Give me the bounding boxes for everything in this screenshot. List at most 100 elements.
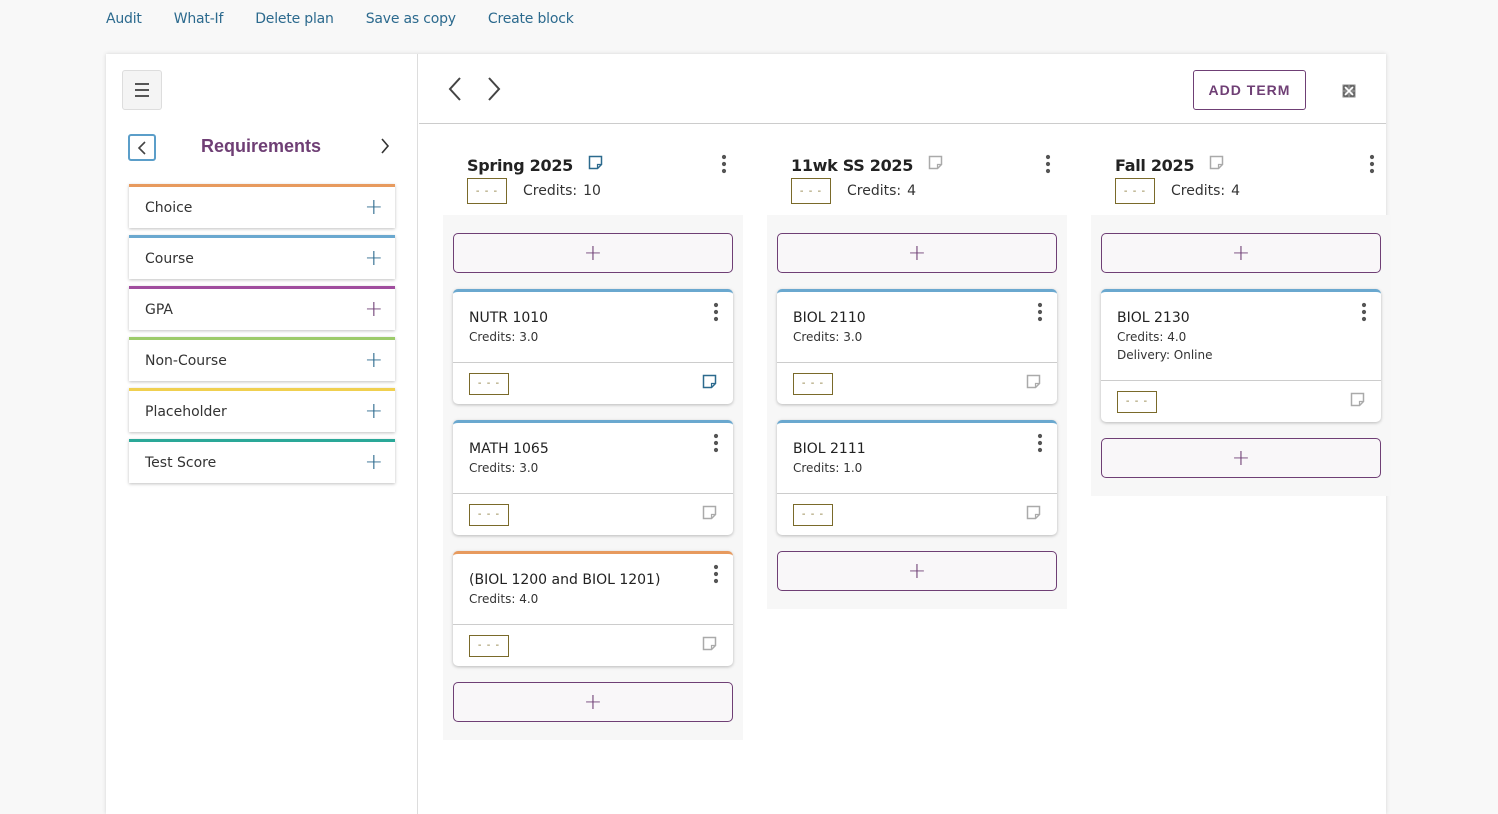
more-vertical-icon — [713, 302, 719, 326]
more-vertical-icon — [713, 433, 719, 457]
what-if-link[interactable]: What-If — [174, 11, 224, 27]
chevron-right-icon — [488, 77, 501, 101]
plus-icon[interactable]: + — [365, 298, 383, 321]
course-grade-field[interactable]: - - - — [1117, 390, 1157, 413]
add-course-top-button[interactable]: + — [777, 233, 1057, 273]
term-name: Spring 2025 — [467, 156, 573, 175]
note-icon[interactable] — [1350, 392, 1365, 411]
add-course-bottom-button[interactable]: + — [1101, 438, 1381, 478]
credits-label: Credits: — [847, 183, 902, 199]
course-detail: Credits: 3.0 — [469, 330, 539, 344]
credits-value: 4 — [1231, 183, 1241, 199]
create-block-link[interactable]: Create block — [488, 11, 574, 27]
note-icon[interactable] — [1026, 374, 1041, 393]
add-term-button[interactable]: ADD TERM — [1193, 70, 1306, 110]
plus-icon: + — [907, 558, 927, 584]
course-card[interactable]: BIOL 2110 Credits: 3.0 - - - — [777, 289, 1057, 404]
course-card[interactable]: BIOL 2130 Credits: 4.0 Delivery: Online -… — [1101, 289, 1381, 422]
requirement-item-test-score[interactable]: Test Score + — [129, 439, 395, 483]
course-card[interactable]: (BIOL 1200 and BIOL 1201) Credits: 4.0 -… — [453, 551, 733, 666]
plus-icon: + — [583, 240, 603, 266]
requirement-item-non-course[interactable]: Non-Course + — [129, 337, 395, 381]
plus-icon[interactable]: + — [365, 349, 383, 372]
note-icon[interactable] — [702, 374, 717, 393]
course-menu-button[interactable] — [713, 302, 719, 326]
course-name: NUTR 1010 — [469, 310, 549, 326]
term-menu-button[interactable] — [721, 154, 727, 178]
menu-toggle-button[interactable] — [122, 70, 162, 110]
course-detail: Credits: 3.0 — [469, 461, 539, 475]
plus-icon[interactable]: + — [365, 247, 383, 270]
note-icon[interactable] — [702, 505, 717, 524]
more-vertical-icon — [1045, 154, 1051, 178]
requirement-item-choice[interactable]: Choice + — [129, 184, 395, 228]
term-menu-button[interactable] — [1369, 154, 1375, 178]
course-menu-button[interactable] — [1361, 302, 1367, 326]
chevron-left-icon — [137, 140, 146, 155]
plan-main: ADD TERM Spring 2025 - - - Credits: 10 + — [419, 54, 1391, 814]
credits-value: 4 — [907, 183, 917, 199]
requirement-item-course[interactable]: Course + — [129, 235, 395, 279]
term-course-list: + BIOL 2110 Credits: 3.0 - - - BIOL 2111… — [767, 215, 1067, 609]
note-icon[interactable] — [702, 636, 717, 655]
course-card[interactable]: NUTR 1010 Credits: 3.0 - - - — [453, 289, 733, 404]
add-course-top-button[interactable]: + — [453, 233, 733, 273]
audit-link[interactable]: Audit — [106, 11, 142, 27]
add-course-bottom-button[interactable]: + — [777, 551, 1057, 591]
course-name: BIOL 2110 — [793, 310, 866, 326]
plus-icon[interactable]: + — [365, 400, 383, 423]
course-name: BIOL 2111 — [793, 441, 866, 457]
requirements-title: Requirements — [200, 136, 322, 156]
note-icon[interactable] — [1026, 505, 1041, 524]
term-grade-field[interactable]: - - - — [1115, 178, 1155, 204]
add-course-bottom-button[interactable]: + — [453, 682, 733, 722]
term-credits: Credits: 10 — [523, 183, 601, 199]
term-credits: Credits: 4 — [847, 183, 916, 199]
requirement-item-placeholder[interactable]: Placeholder + — [129, 388, 395, 432]
next-terms-button[interactable] — [486, 76, 502, 106]
course-card[interactable]: MATH 1065 Credits: 3.0 - - - — [453, 420, 733, 535]
course-menu-button[interactable] — [713, 433, 719, 457]
requirement-item-gpa[interactable]: GPA + — [129, 286, 395, 330]
more-vertical-icon — [1369, 154, 1375, 178]
term-grade-field[interactable]: - - - — [467, 178, 507, 204]
delete-plan-link[interactable]: Delete plan — [255, 11, 334, 27]
add-course-top-button[interactable]: + — [1101, 233, 1381, 273]
expand-button[interactable] — [1342, 83, 1356, 102]
course-detail: Delivery: Online — [1117, 348, 1213, 362]
course-grade-field[interactable]: - - - — [469, 634, 509, 657]
course-grade-field[interactable]: - - - — [793, 503, 833, 526]
course-menu-button[interactable] — [1037, 433, 1043, 457]
requirements-prev-button[interactable] — [128, 134, 156, 161]
term-note-icon[interactable] — [588, 155, 603, 174]
course-grade-field[interactable]: - - - — [793, 372, 833, 395]
plus-icon[interactable]: + — [365, 196, 383, 219]
requirement-type-list: Choice + Course + GPA + Non-Course + Placeho… — [129, 184, 395, 490]
course-card[interactable]: BIOL 2111 Credits: 1.0 - - - — [777, 420, 1057, 535]
course-menu-button[interactable] — [1037, 302, 1043, 326]
term-grade-field[interactable]: - - - — [791, 178, 831, 204]
term-menu-button[interactable] — [1045, 154, 1051, 178]
course-name: MATH 1065 — [469, 441, 549, 457]
plus-icon[interactable]: + — [365, 451, 383, 474]
requirements-next-button[interactable] — [380, 138, 390, 158]
plus-icon: + — [1231, 240, 1251, 266]
plus-icon: + — [583, 689, 603, 715]
plus-icon: + — [907, 240, 927, 266]
course-grade-field[interactable]: - - - — [469, 372, 509, 395]
term-note-icon[interactable] — [1209, 155, 1224, 174]
plus-icon: + — [1231, 445, 1251, 471]
term-note-icon[interactable] — [928, 155, 943, 174]
prev-terms-button[interactable] — [447, 76, 463, 106]
course-name: BIOL 2130 — [1117, 310, 1190, 326]
save-as-copy-link[interactable]: Save as copy — [366, 11, 456, 27]
term-column: Fall 2025 - - - Credits: 4 + BIOL 2130 Cr… — [1091, 150, 1391, 496]
credits-label: Credits: — [1171, 183, 1226, 199]
course-grade-field[interactable]: - - - — [469, 503, 509, 526]
planner-panel: Requirements Choice + Course + GPA + Non-Co… — [106, 54, 1391, 814]
requirement-label: Course — [145, 250, 194, 267]
term-credits: Credits: 4 — [1171, 183, 1240, 199]
requirement-label: Placeholder — [145, 403, 227, 420]
course-detail: Credits: 4.0 — [469, 592, 539, 606]
course-menu-button[interactable] — [713, 564, 719, 588]
